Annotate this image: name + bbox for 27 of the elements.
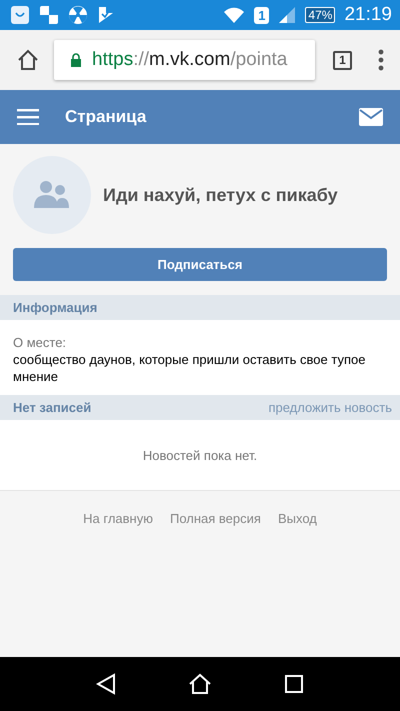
page-title: Страница <box>65 107 148 127</box>
section-heading: Информация <box>13 300 98 315</box>
footer-link[interactable]: Выход <box>278 511 317 526</box>
info-label: О месте: <box>13 334 68 351</box>
radiation-icon <box>68 5 88 25</box>
battery-indicator: 47% <box>305 7 336 23</box>
recent-apps-icon[interactable] <box>284 674 304 694</box>
info-text: сообщество даунов, которые пришли оставить свое тупое мнение <box>13 351 366 385</box>
menu-icon[interactable] <box>17 109 39 125</box>
footer-link[interactable]: На главную <box>83 511 153 526</box>
more-menu-icon[interactable] <box>378 49 384 71</box>
tab-count-button[interactable]: 1 <box>333 50 352 70</box>
empty-message: Новостей пока нет. <box>142 448 258 462</box>
clock-time: 21:19 <box>344 4 392 26</box>
sim-card-badge: 1 <box>254 6 270 24</box>
footer-link[interactable]: Полная версия <box>170 511 261 526</box>
url-field[interactable]: https://m.vk.com/pointa <box>54 40 315 80</box>
home-icon[interactable] <box>16 48 40 72</box>
community-name: Иди нахуй, петух с пикабу <box>103 184 338 206</box>
wifi-icon <box>223 6 246 24</box>
signal-icon <box>278 6 296 24</box>
back-icon[interactable] <box>96 673 116 695</box>
lock-icon <box>70 53 82 67</box>
suggest-news-link[interactable]: предложить новость <box>268 400 392 415</box>
subscribe-button[interactable]: Подписаться <box>13 248 387 281</box>
mail-icon[interactable] <box>359 108 383 126</box>
section-heading: Нет записей <box>13 400 92 415</box>
